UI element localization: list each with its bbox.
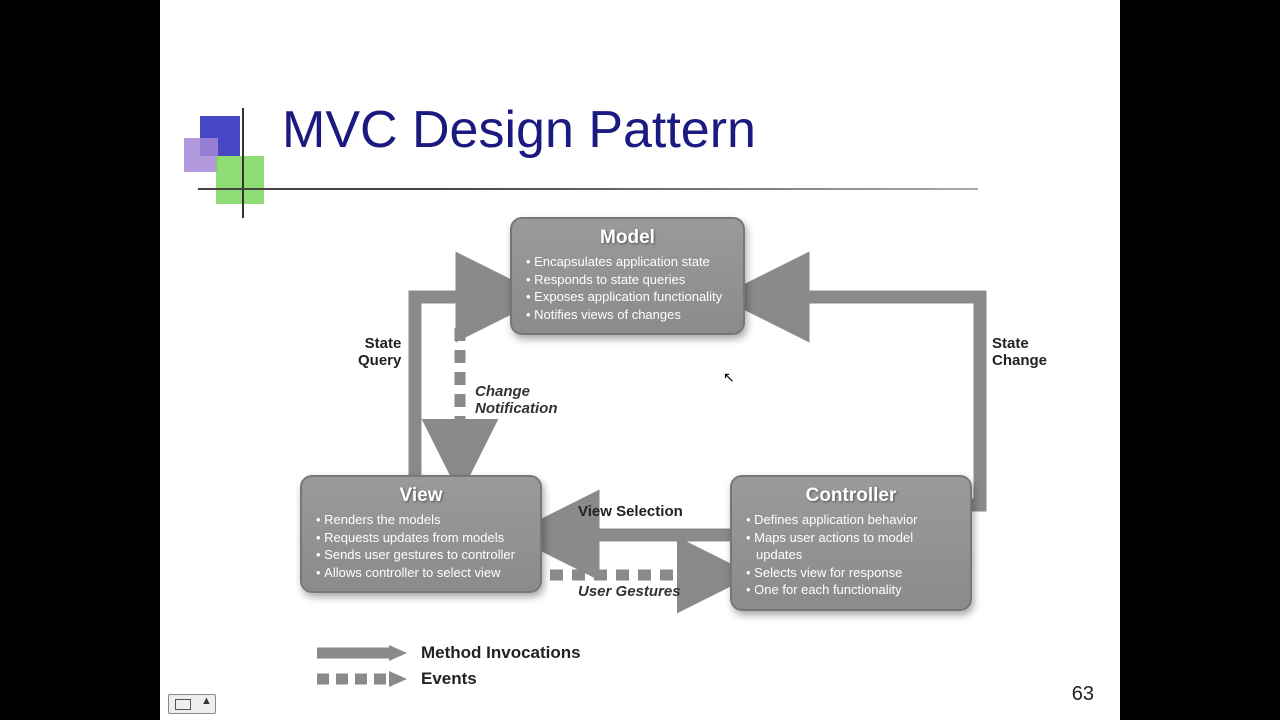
mvc-diagram: Model Encapsulates application state Res… — [310, 215, 990, 645]
label-state-change: State Change — [992, 335, 1047, 369]
view-heading: View — [312, 485, 530, 507]
controller-bullets: Defines application behavior Maps user a… — [742, 511, 960, 599]
slide: MVC Design Pattern Model — [160, 0, 1120, 720]
legend-solid-label: Method Invocations — [421, 643, 581, 663]
label-state-query: State Query — [358, 335, 401, 369]
list-item: Defines application behavior — [746, 511, 960, 529]
logo-square-purple — [184, 138, 218, 172]
slide-title: MVC Design Pattern — [282, 100, 756, 160]
legend-row-solid: Method Invocations — [315, 640, 581, 666]
model-heading: Model — [522, 227, 733, 249]
legend: Method Invocations Events — [315, 640, 581, 692]
list-item: Notifies views of changes — [526, 306, 733, 324]
mouse-cursor-icon: ↖ — [723, 370, 735, 384]
page-number: 63 — [1072, 683, 1094, 706]
list-item: Encapsulates application state — [526, 253, 733, 271]
model-bullets: Encapsulates application state Responds … — [522, 253, 733, 323]
label-user-gestures: User Gestures — [578, 583, 681, 600]
legend-solid-arrow-icon — [315, 644, 407, 662]
controller-heading: Controller — [742, 485, 960, 507]
list-item: One for each functionality — [746, 581, 960, 599]
legend-dashed-label: Events — [421, 669, 477, 689]
list-item: Sends user gestures to controller — [316, 546, 530, 564]
label-view-selection: View Selection — [578, 503, 683, 520]
list-item: Responds to state queries — [526, 271, 733, 289]
presenter-toolbar[interactable] — [168, 694, 216, 714]
view-box: View Renders the models Requests updates… — [300, 475, 542, 593]
list-item: Allows controller to select view — [316, 564, 530, 582]
logo-horizontal-rule — [198, 188, 978, 190]
list-item: Maps user actions to model updates — [746, 529, 960, 564]
model-box: Model Encapsulates application state Res… — [510, 217, 745, 335]
legend-row-dashed: Events — [315, 666, 581, 692]
list-item: Selects view for response — [746, 564, 960, 582]
label-change-notification: Change Notification — [475, 383, 558, 417]
view-bullets: Renders the models Requests updates from… — [312, 511, 530, 581]
logo-square-green — [216, 156, 264, 204]
controller-box: Controller Defines application behavior … — [730, 475, 972, 611]
list-item: Requests updates from models — [316, 529, 530, 547]
list-item: Exposes application functionality — [526, 288, 733, 306]
legend-dashed-arrow-icon — [315, 670, 407, 688]
logo-vertical-rule — [242, 108, 244, 218]
list-item: Renders the models — [316, 511, 530, 529]
